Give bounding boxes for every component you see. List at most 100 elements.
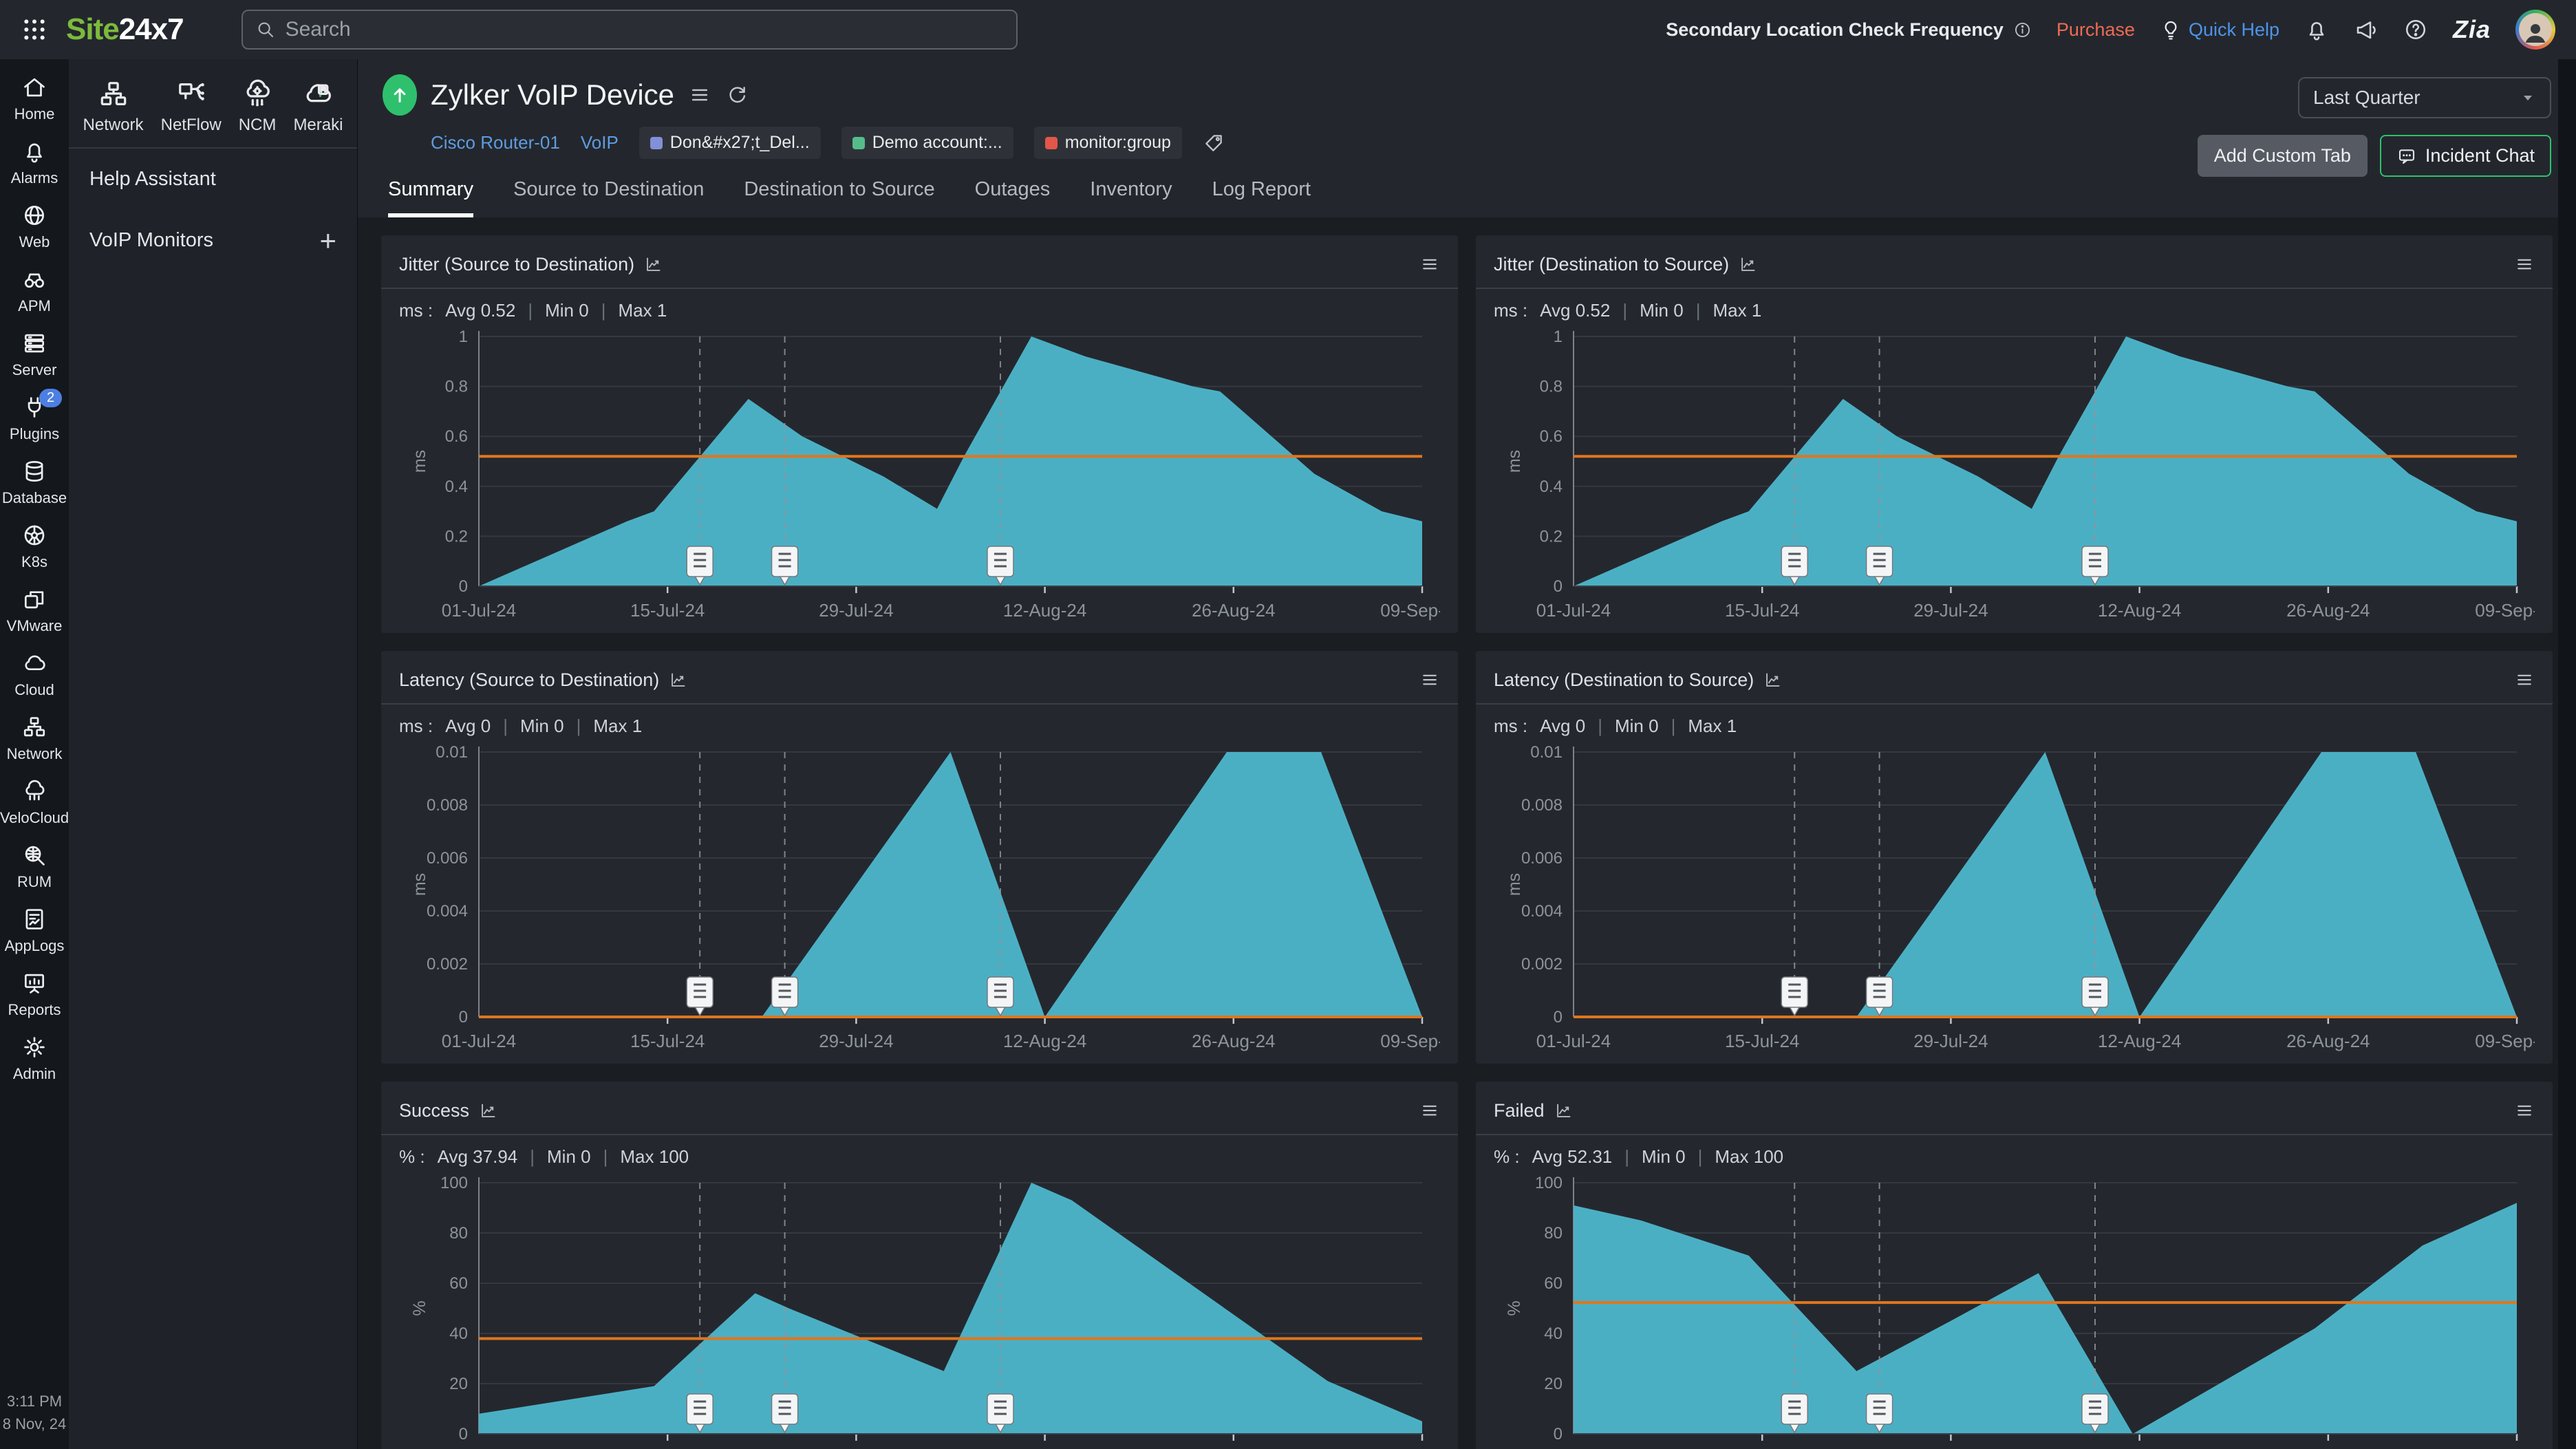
- chart-card-latency-source-to-destination: Latency (Source to Destination) ms : Avg…: [381, 651, 1458, 1064]
- sidebar-item-k8s[interactable]: K8s: [0, 514, 69, 578]
- svg-text:ms: ms: [410, 873, 429, 896]
- sidebar-item-label: Admin: [13, 1065, 56, 1083]
- svg-text:ms: ms: [1505, 450, 1524, 473]
- incident-chat-button[interactable]: Incident Chat: [2380, 135, 2551, 177]
- sidebar-item-web[interactable]: Web: [0, 194, 69, 258]
- svg-text:12-Aug-24: 12-Aug-24: [1003, 600, 1086, 621]
- chart-plot: 00.0020.0040.0060.0080.01ms01-Jul-2415-J…: [399, 741, 1440, 1057]
- expand-chart-icon[interactable]: [669, 671, 687, 689]
- sidebar-item-label: K8s: [21, 553, 47, 571]
- check-frequency-label: Secondary Location Check Frequency: [1666, 19, 2004, 41]
- announcements-megaphone-icon[interactable]: [2354, 17, 2379, 42]
- sidebar-item-server[interactable]: Server: [0, 322, 69, 386]
- sidebar-item-cloud[interactable]: Cloud: [0, 642, 69, 706]
- chart-menu-icon[interactable]: [2514, 669, 2535, 690]
- reports-icon: [21, 970, 47, 996]
- refresh-icon[interactable]: [725, 83, 749, 107]
- breadcrumb-link-cisco-router-01[interactable]: Cisco Router-01: [431, 132, 560, 153]
- product-netflow[interactable]: NetFlow: [161, 73, 222, 135]
- tab-summary[interactable]: Summary: [388, 178, 473, 217]
- sidebar-item-voip-monitors[interactable]: VoIP Monitors +: [69, 210, 357, 271]
- velocloud-icon: [21, 778, 47, 804]
- expand-chart-icon[interactable]: [1763, 671, 1782, 689]
- scrollbar-track[interactable]: [2558, 59, 2576, 1449]
- secondary-sidebar: Network NetFlow NCM Meraki Help Assistan…: [69, 59, 358, 1449]
- expand-chart-icon[interactable]: [1554, 1102, 1573, 1120]
- sidebar-item-velocloud[interactable]: VeloCloud: [0, 770, 69, 834]
- svg-text:0.002: 0.002: [427, 955, 468, 974]
- breadcrumb-link-voip[interactable]: VoIP: [581, 132, 619, 153]
- product-ncm[interactable]: NCM: [239, 73, 277, 135]
- main-content: Zylker VoIP Device Cisco Router-01 VoIP D…: [358, 59, 2576, 1449]
- sidebar-item-apm[interactable]: APM: [0, 258, 69, 322]
- area-series: [1574, 752, 2517, 1017]
- sidebar-item-applogs[interactable]: AppLogs: [0, 898, 69, 962]
- expand-chart-icon[interactable]: [1739, 255, 1757, 274]
- user-avatar[interactable]: [2515, 10, 2555, 50]
- sidebar-item-label: Database: [2, 489, 67, 507]
- divider: [381, 288, 1458, 289]
- monitor-tag[interactable]: monitor:group: [1034, 127, 1182, 159]
- app-grid-icon[interactable]: [21, 16, 48, 43]
- sidebar-item-database[interactable]: Database: [0, 450, 69, 514]
- tag-label: monitor:group: [1065, 133, 1171, 153]
- sidebar-item-network[interactable]: Network: [0, 706, 69, 770]
- sidebar-item-label: Web: [19, 233, 50, 251]
- product-network[interactable]: Network: [83, 73, 144, 135]
- sidebar-item-label: Alarms: [11, 169, 58, 187]
- add-monitor-plus-icon[interactable]: +: [319, 232, 336, 249]
- monitor-menu-icon[interactable]: [688, 83, 711, 107]
- chart-card-jitter-source-to-destination: Jitter (Source to Destination) ms : Avg …: [381, 235, 1458, 633]
- sidebar-item-alarms[interactable]: Alarms: [0, 130, 69, 194]
- monitor-tag[interactable]: Don&#x27;t_Del...: [639, 127, 821, 159]
- notifications-bell-icon[interactable]: [2304, 17, 2329, 42]
- tag-icon[interactable]: [1203, 132, 1225, 154]
- sidebar-item-rum[interactable]: RUM: [0, 834, 69, 898]
- zia-logo[interactable]: Zia: [2453, 15, 2491, 44]
- monitor-tag[interactable]: Demo account:...: [841, 127, 1013, 159]
- annotation-flag[interactable]: [687, 977, 713, 1016]
- web-icon: [21, 202, 47, 228]
- annotation-flag[interactable]: [1781, 977, 1807, 1016]
- chart-menu-icon[interactable]: [1419, 669, 1440, 690]
- chart-stats: ms : Avg 0 | Min 0 | Max 1: [399, 716, 1440, 737]
- purchase-link[interactable]: Purchase: [2057, 19, 2135, 41]
- sidebar-item-plugins[interactable]: 2 Plugins: [0, 386, 69, 450]
- expand-chart-icon[interactable]: [479, 1102, 497, 1120]
- add-custom-tab-button[interactable]: Add Custom Tab: [2198, 135, 2368, 177]
- charts-grid: Jitter (Source to Destination) ms : Avg …: [358, 217, 2576, 1449]
- sidebar-item-reports[interactable]: Reports: [0, 962, 69, 1026]
- tab-outages[interactable]: Outages: [975, 178, 1051, 217]
- sidebar-item-vmware[interactable]: VMware: [0, 578, 69, 642]
- sidebar-item-help-assistant[interactable]: Help Assistant: [69, 149, 357, 210]
- quick-help-button[interactable]: Quick Help: [2160, 19, 2279, 41]
- chart-menu-icon[interactable]: [1419, 1100, 1440, 1121]
- product-meraki[interactable]: Meraki: [293, 73, 343, 135]
- tab-inventory[interactable]: Inventory: [1090, 178, 1172, 217]
- tab-destination-to-source[interactable]: Destination to Source: [744, 178, 934, 217]
- page-title: Zylker VoIP Device: [431, 78, 674, 111]
- svg-text:60: 60: [449, 1274, 468, 1293]
- bulb-icon: [2160, 19, 2182, 41]
- info-icon[interactable]: [2013, 21, 2032, 39]
- chevron-down-icon: [2520, 89, 2536, 106]
- tab-log-report[interactable]: Log Report: [1212, 178, 1311, 217]
- time-range-select[interactable]: Last Quarter: [2298, 77, 2551, 118]
- global-search[interactable]: [242, 10, 1018, 50]
- chart-plot: 020406080100%01-Jul-2415-Jul-2429-Jul-24…: [1494, 1172, 2535, 1449]
- svg-text:09-Sep-24: 09-Sep-24: [1380, 600, 1440, 621]
- help-question-icon[interactable]: [2403, 17, 2428, 42]
- area-series: [479, 1183, 1422, 1434]
- tab-source-to-destination[interactable]: Source to Destination: [513, 178, 704, 217]
- chart-menu-icon[interactable]: [1419, 254, 1440, 275]
- chart-menu-icon[interactable]: [2514, 254, 2535, 275]
- sidebar-item-admin[interactable]: Admin: [0, 1026, 69, 1090]
- chart-stats: % : Avg 37.94 | Min 0 | Max 100: [399, 1146, 1440, 1168]
- chart-menu-icon[interactable]: [2514, 1100, 2535, 1121]
- chart-stats: ms : Avg 0.52 | Min 0 | Max 1: [1494, 300, 2535, 321]
- sidebar-item-home[interactable]: Home: [0, 66, 69, 130]
- expand-chart-icon[interactable]: [644, 255, 663, 274]
- divider: [1476, 1134, 2553, 1135]
- divider: [1476, 703, 2553, 705]
- search-input[interactable]: [286, 18, 1004, 41]
